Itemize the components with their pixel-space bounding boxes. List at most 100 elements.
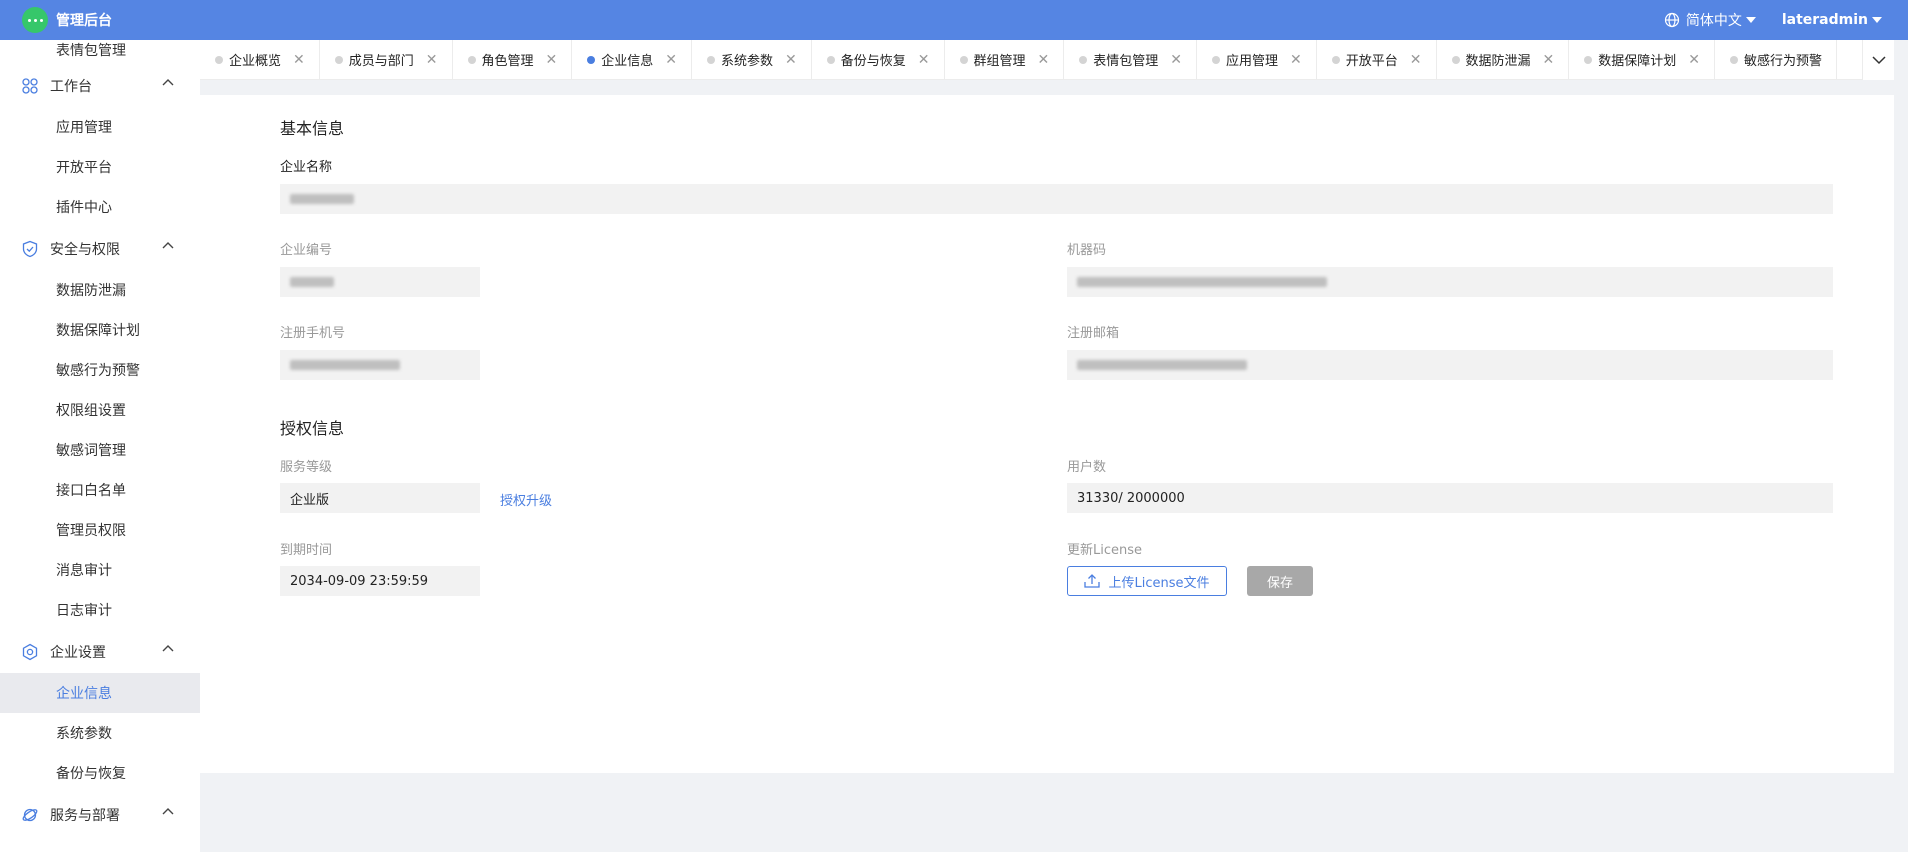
language-selector[interactable]: 简体中文: [1664, 10, 1756, 30]
status-dot: [334, 55, 343, 64]
close-icon[interactable]: ✕: [426, 52, 438, 68]
tab-system-params[interactable]: 系统参数 ✕: [692, 40, 812, 79]
tab-data-protection[interactable]: 数据保障计划 ✕: [1569, 40, 1715, 79]
sidebar-item-admin-permission[interactable]: 管理员权限: [0, 510, 200, 550]
phone-field[interactable]: [280, 350, 480, 380]
sidebar-group-security[interactable]: 安全与权限: [0, 227, 200, 270]
close-icon[interactable]: ✕: [785, 52, 797, 68]
sidebar-group-label: 安全与权限: [50, 241, 120, 258]
sidebar-group-enterprise[interactable]: 企业设置: [0, 630, 200, 673]
chevron-up-icon: [162, 808, 174, 815]
company-id-field[interactable]: [280, 267, 480, 297]
sidebar-item-log-audit[interactable]: 日志审计: [0, 590, 200, 630]
sidebar-item-emoji[interactable]: 表情包管理: [0, 40, 200, 64]
grid-icon: [20, 76, 40, 96]
status-dot: [959, 55, 968, 64]
status-dot: [1079, 55, 1088, 64]
app-title: 管理后台: [56, 13, 112, 29]
language-label: 简体中文: [1685, 13, 1742, 29]
globe-icon: [1664, 12, 1679, 28]
sidebar-group-label: 服务与部署: [50, 807, 120, 824]
sidebar-item-sensitive-words[interactable]: 敏感词管理: [0, 430, 200, 470]
sidebar-item-enterprise-info[interactable]: 企业信息: [0, 673, 200, 713]
close-icon[interactable]: ✕: [546, 52, 558, 68]
close-icon[interactable]: ✕: [1038, 52, 1050, 68]
email-label: 注册邮箱: [1067, 326, 1120, 341]
tab-dlp[interactable]: 数据防泄漏 ✕: [1437, 40, 1570, 79]
update-license-label: 更新License: [1067, 543, 1143, 558]
sidebar-group-label: 企业设置: [50, 644, 106, 661]
sidebar-item-message-audit[interactable]: 消息审计: [0, 550, 200, 590]
chevron-down-icon: [1871, 55, 1886, 64]
user-menu[interactable]: lateradmin: [1782, 12, 1882, 28]
sidebar-item-data-protection[interactable]: 数据保障计划: [0, 310, 200, 350]
status-dot: [587, 55, 596, 64]
sidebar-item-app-manage[interactable]: 应用管理: [0, 107, 200, 147]
tab-roles[interactable]: 角色管理 ✕: [453, 40, 573, 79]
status-dot: [1331, 55, 1340, 64]
chevron-up-icon: [162, 79, 174, 86]
sidebar-group-workbench[interactable]: 工作台: [0, 64, 200, 107]
brand: 管理后台: [0, 7, 200, 33]
tab-app-manage[interactable]: 应用管理 ✕: [1197, 40, 1317, 79]
close-icon[interactable]: ✕: [1170, 52, 1182, 68]
expire-time-field: 2034-09-09 23:59:59: [280, 566, 480, 596]
sidebar-item-open-platform[interactable]: 开放平台: [0, 147, 200, 187]
close-icon[interactable]: ✕: [293, 52, 305, 68]
tab-members[interactable]: 成员与部门 ✕: [320, 40, 453, 79]
redacted-value: [290, 277, 334, 287]
sidebar-item-api-whitelist[interactable]: 接口白名单: [0, 470, 200, 510]
close-icon[interactable]: ✕: [1543, 52, 1555, 68]
sidebar-item-dlp[interactable]: 数据防泄漏: [0, 270, 200, 310]
status-dot: [215, 55, 223, 64]
caret-down-icon: [1745, 17, 1756, 23]
sidebar-group-service-deploy[interactable]: 服务与部署: [0, 793, 200, 836]
license-upgrade-link[interactable]: 授权升级: [500, 490, 552, 509]
save-button[interactable]: 保存: [1247, 566, 1313, 596]
chat-logo-icon: [22, 7, 48, 33]
close-icon[interactable]: ✕: [1688, 52, 1700, 68]
sidebar-item-permission-group[interactable]: 权限组设置: [0, 390, 200, 430]
tab-emoji[interactable]: 表情包管理 ✕: [1064, 40, 1197, 79]
basic-info-title: 基本信息: [280, 119, 345, 138]
caret-down-icon: [1872, 17, 1882, 23]
sidebar-item-system-params[interactable]: 系统参数: [0, 713, 200, 753]
tab-enterprise-info[interactable]: 企业信息 ✕: [572, 40, 692, 79]
shield-icon: [20, 239, 40, 259]
status-dot: [1451, 55, 1460, 64]
phone-label: 注册手机号: [280, 326, 346, 341]
chevron-up-icon: [162, 645, 174, 652]
email-field[interactable]: [1067, 350, 1833, 380]
close-icon[interactable]: ✕: [665, 52, 677, 68]
close-icon[interactable]: ✕: [1410, 52, 1422, 68]
chevron-up-icon: [162, 242, 174, 249]
sidebar-item-plugin-center[interactable]: 插件中心: [0, 187, 200, 227]
user-count-field: 31330/ 2000000: [1067, 483, 1833, 513]
tab-bar: 企业概览 ✕ 成员与部门 ✕ 角色管理 ✕ 企业信息 ✕ 系统参数 ✕ 备份与恢复 ✕ 群组…: [200, 40, 1894, 80]
user-count-label: 用户数: [1067, 460, 1107, 475]
tab-sensitive-alert[interactable]: 敏感行为预警: [1715, 40, 1838, 79]
status-dot: [467, 55, 476, 64]
status-dot: [1584, 55, 1593, 64]
redacted-value: [1077, 360, 1247, 370]
sidebar-item-backup-restore[interactable]: 备份与恢复: [0, 753, 200, 793]
sidebar-item-sensitive-alert[interactable]: 敏感行为预警: [0, 350, 200, 390]
upload-license-button[interactable]: 上传License文件: [1067, 566, 1227, 596]
close-icon[interactable]: ✕: [918, 52, 930, 68]
tab-backup[interactable]: 备份与恢复 ✕: [812, 40, 945, 79]
close-icon[interactable]: ✕: [1290, 52, 1302, 68]
tab-groups[interactable]: 群组管理 ✕: [945, 40, 1065, 79]
planet-icon: [20, 805, 40, 825]
status-dot: [1730, 55, 1738, 64]
company-name-label: 企业名称: [280, 160, 333, 175]
service-level-label: 服务等级: [280, 460, 333, 475]
tab-open-platform[interactable]: 开放平台 ✕: [1317, 40, 1437, 79]
tabs-dropdown-button[interactable]: [1862, 40, 1894, 80]
company-name-field[interactable]: [280, 184, 1833, 214]
machine-code-field[interactable]: [1067, 267, 1833, 297]
redacted-value: [290, 360, 400, 370]
status-dot: [826, 55, 835, 64]
tab-enterprise-overview[interactable]: 企业概览 ✕: [200, 40, 320, 79]
upload-icon: [1084, 574, 1101, 588]
machine-code-label: 机器码: [1067, 243, 1107, 258]
